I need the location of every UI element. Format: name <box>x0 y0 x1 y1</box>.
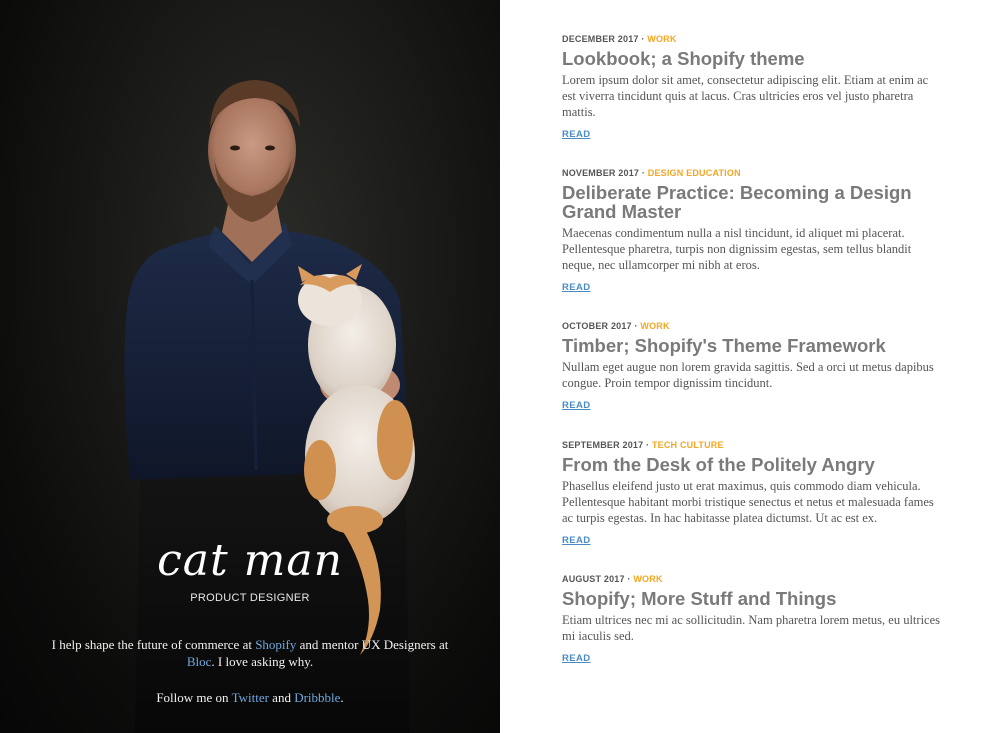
post-meta: OCTOBER 2017 · WORK <box>562 321 670 331</box>
post-excerpt: Lorem ipsum dolor sit amet, consectetur … <box>562 73 929 119</box>
follow-text-3: . <box>340 690 344 705</box>
hero-bio: I help shape the future of commerce at S… <box>50 636 450 670</box>
twitter-link[interactable]: Twitter <box>232 690 269 705</box>
post-category[interactable]: WORK <box>647 34 676 44</box>
post-excerpt: Phasellus eleifend justo ut erat maximus… <box>562 479 934 525</box>
bio-text-3: . I love asking why. <box>211 654 314 669</box>
post-date: NOVEMBER 2017 <box>562 168 640 178</box>
post-meta: NOVEMBER 2017 · DESIGN EDUCATION <box>562 168 741 178</box>
dribbble-link[interactable]: Dribbble <box>294 690 340 705</box>
post-category[interactable]: WORK <box>633 574 662 584</box>
post-meta: SEPTEMBER 2017 · TECH CULTURE <box>562 440 724 450</box>
read-link[interactable]: READ <box>562 129 591 140</box>
post-title[interactable]: Shopify; More Stuff and Things <box>562 589 942 608</box>
post-excerpt: Etiam ultrices nec mi ac sollicitudin. N… <box>562 613 941 643</box>
post-category[interactable]: DESIGN EDUCATION <box>648 168 741 178</box>
read-link[interactable]: READ <box>562 400 591 411</box>
post-item: SEPTEMBER 2017 · TECH CULTURE From the D… <box>562 440 942 548</box>
post-item: AUGUST 2017 · WORK Shopify; More Stuff a… <box>562 574 942 666</box>
follow-text-1: Follow me on <box>156 690 232 705</box>
post-excerpt: Maecenas condimentum nulla a nisl tincid… <box>562 226 912 272</box>
hero-role: PRODUCT DESIGNER <box>190 592 310 604</box>
post-item: OCTOBER 2017 · WORK Timber; Shopify's Th… <box>562 321 942 413</box>
portrait-photo <box>124 80 415 733</box>
post-meta: DECEMBER 2017 · WORK <box>562 34 677 44</box>
bio-text-2: and mentor UX Designers at <box>296 637 449 652</box>
hero-follow: Follow me on Twitter and Dribbble. <box>0 690 500 706</box>
post-title[interactable]: Timber; Shopify's Theme Framework <box>562 336 942 355</box>
post-date: DECEMBER 2017 <box>562 34 639 44</box>
bloc-link[interactable]: Bloc <box>187 654 212 669</box>
post-date: SEPTEMBER 2017 <box>562 440 644 450</box>
post-title[interactable]: Lookbook; a Shopify theme <box>562 49 942 68</box>
post-title[interactable]: From the Desk of the Politely Angry <box>562 455 942 474</box>
bio-text-1: I help shape the future of commerce at <box>51 637 256 652</box>
post-title[interactable]: Deliberate Practice: Becoming a Design G… <box>562 183 942 221</box>
shopify-link[interactable]: Shopify <box>255 637 296 652</box>
post-feed: DECEMBER 2017 · WORK Lookbook; a Shopify… <box>500 0 1000 733</box>
read-link[interactable]: READ <box>562 282 591 293</box>
post-item: NOVEMBER 2017 · DESIGN EDUCATION Deliber… <box>562 168 942 295</box>
read-link[interactable]: READ <box>562 535 591 546</box>
follow-text-2: and <box>268 690 295 705</box>
read-link[interactable]: READ <box>562 653 591 664</box>
post-category[interactable]: TECH CULTURE <box>652 440 724 450</box>
post-category[interactable]: WORK <box>640 321 669 331</box>
hero-panel: cat man PRODUCT DESIGNER I help shape th… <box>0 0 500 733</box>
post-date: OCTOBER 2017 <box>562 321 632 331</box>
post-date: AUGUST 2017 <box>562 574 625 584</box>
post-excerpt: Nullam eget augue non lorem gravida sagi… <box>562 360 934 390</box>
post-meta: AUGUST 2017 · WORK <box>562 574 663 584</box>
hero-name: cat man <box>157 535 343 586</box>
post-item: DECEMBER 2017 · WORK Lookbook; a Shopify… <box>562 34 942 142</box>
